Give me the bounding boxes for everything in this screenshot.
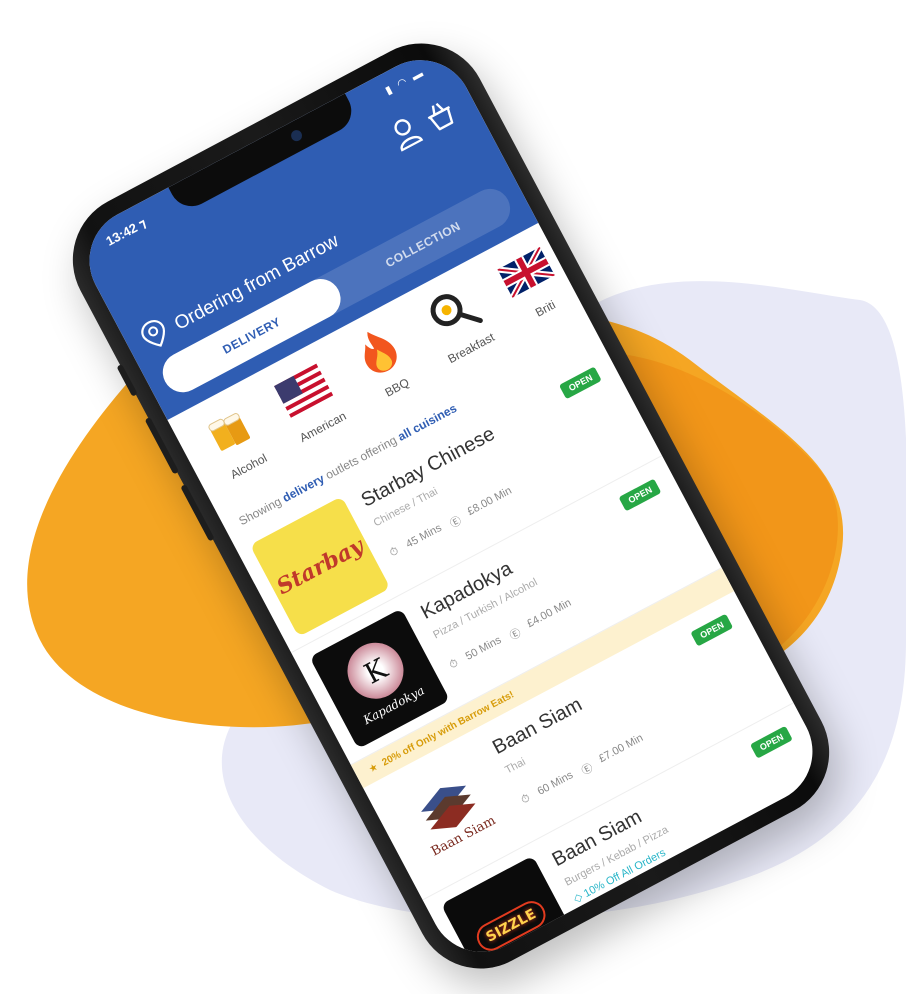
pound-icon: Ⓔ — [448, 514, 464, 531]
front-camera — [289, 128, 304, 144]
pound-icon: Ⓔ — [507, 626, 524, 643]
cuisine-label: BBQ — [382, 375, 412, 400]
phone-screen: 13:42 ⁊ ▮ ◠ ▬ Ordering from Barrow DELIV… — [71, 41, 831, 971]
restaurant-cuisine: Thai — [503, 755, 528, 777]
open-badge: OPEN — [559, 366, 602, 400]
clock-icon: ⏱ — [519, 791, 533, 807]
open-badge: OPEN — [618, 478, 662, 512]
open-badge: OPEN — [750, 725, 793, 759]
min-order: £8.00 Min — [465, 484, 514, 518]
location-pin-icon — [136, 315, 175, 358]
stage: 13:42 ⁊ ▮ ◠ ▬ Ordering from Barrow DELIV… — [0, 0, 906, 992]
cuisine-label: Briti — [532, 297, 558, 320]
phone-mockup: 13:42 ⁊ ▮ ◠ ▬ Ordering from Barrow DELIV… — [49, 20, 853, 992]
delivery-time: 45 Mins — [404, 521, 444, 551]
star-icon: ★ — [366, 761, 380, 776]
status-icons: ▮ ◠ ▬ — [383, 66, 427, 98]
user-icon[interactable] — [387, 113, 426, 156]
clock-icon: ⏱ — [447, 656, 461, 672]
clock-icon: ⏱ — [387, 544, 401, 560]
delivery-time: 60 Mins — [535, 769, 576, 798]
delivery-time: 50 Mins — [463, 634, 504, 663]
min-order: £7.00 Min — [596, 731, 646, 766]
pound-icon: Ⓔ — [579, 761, 596, 778]
status-time: 13:42 ⁊ — [103, 215, 149, 249]
min-order: £4.00 Min — [525, 596, 574, 631]
basket-icon[interactable] — [420, 95, 461, 139]
logo-text: Starbay — [272, 532, 368, 601]
open-badge: OPEN — [690, 613, 734, 647]
